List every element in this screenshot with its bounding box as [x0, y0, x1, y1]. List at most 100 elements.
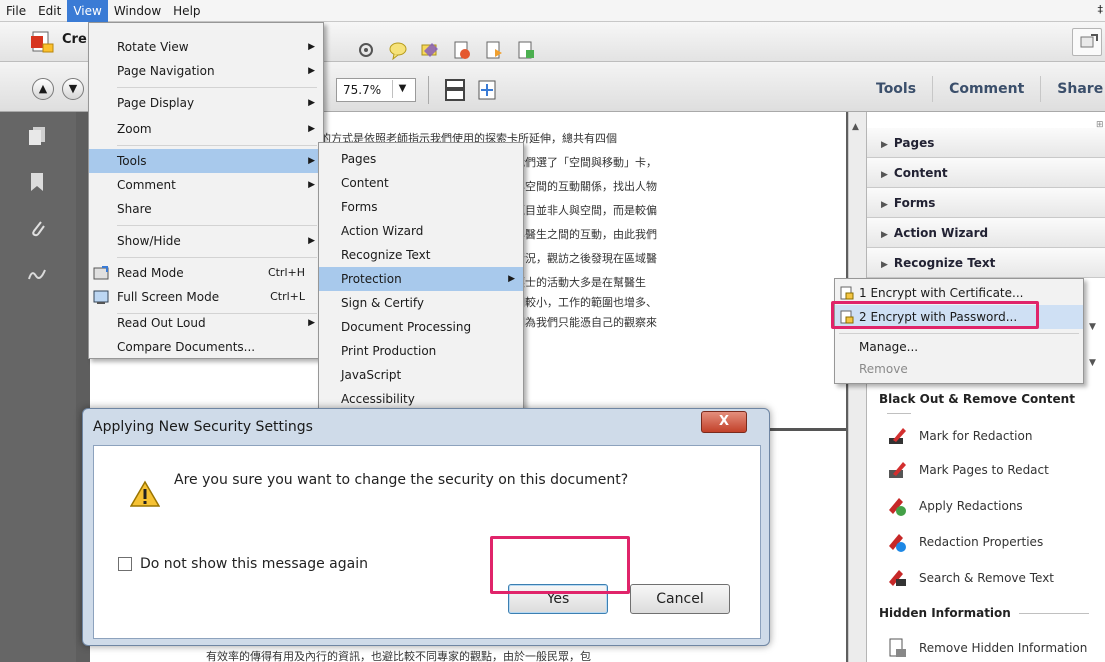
remove-hidden-info-tool[interactable]: Remove Hidden Information [887, 636, 1087, 660]
create-pdf-from-file-icon[interactable] [484, 40, 504, 60]
menu-item-label: 1 Encrypt with Certificate... [859, 286, 1024, 300]
expand-tool-button[interactable] [1072, 28, 1102, 56]
menu-separator [117, 257, 317, 258]
document-text-line: 因為我們只能憑自己的觀察來 [514, 316, 657, 329]
panel-tabs: Tools Comment Share [860, 72, 1105, 106]
menu-item-tools[interactable]: Tools ▶ [89, 149, 323, 173]
tools-group-action-wizard[interactable]: ▶ Action Wizard [867, 218, 1105, 248]
menu-bar: File Edit View Window Help ‡ [0, 0, 1105, 22]
tools-item-document-processing[interactable]: Document Processing [319, 315, 523, 339]
fit-page-icon[interactable] [444, 78, 466, 102]
menu-item-full-screen[interactable]: Full Screen Mode Ctrl+L [89, 285, 323, 309]
scroll-up-arrow[interactable]: ▲ [852, 122, 859, 132]
view-menu-dropdown: Rotate View ▶ Page Navigation ▶ Page Displ… [88, 22, 324, 359]
checkbox-label: Do not show this message again [140, 556, 368, 572]
tab-share[interactable]: Share [1041, 76, 1105, 102]
menu-item-rotate-view[interactable]: Rotate View ▶ [89, 35, 323, 59]
tools-group-label: Forms [893, 196, 936, 210]
document-text-line: 我們選了「空間與移動」卡， [514, 156, 657, 169]
next-page-button[interactable]: ▼ [62, 78, 84, 100]
menu-separator [117, 145, 317, 146]
section-hidden-information: Hidden Information [879, 606, 1089, 620]
bookmarks-icon[interactable] [28, 172, 46, 192]
tools-item-recognize-text[interactable]: Recognize Text [319, 243, 523, 267]
submenu-arrow-icon: ▶ [308, 98, 315, 108]
search-remove-text-tool[interactable]: Search & Remove Text [887, 566, 1054, 590]
menu-item-comment[interactable]: Comment ▶ [89, 173, 323, 197]
dialog-close-button[interactable]: X [701, 411, 747, 433]
submenu-arrow-icon: ▶ [308, 318, 315, 328]
menu-view[interactable]: View [67, 0, 108, 22]
menu-item-page-display[interactable]: Page Display ▶ [89, 91, 323, 115]
menu-item-label: Read Out Loud [117, 316, 206, 330]
menu-item-label: Remove [859, 362, 908, 376]
menu-help[interactable]: Help [167, 0, 206, 22]
remove-hidden-icon [889, 638, 906, 657]
tools-item-pages[interactable]: Pages [319, 147, 523, 171]
redaction-properties-tool[interactable]: Redaction Properties [887, 530, 1043, 554]
tools-item-protection[interactable]: Protection ▶ [319, 267, 523, 291]
tools-item-content[interactable]: Content [319, 171, 523, 195]
create-button-label[interactable]: Cre [62, 32, 87, 47]
mark-pages-to-redact-tool[interactable]: Mark Pages to Redact [887, 458, 1049, 482]
tools-item-javascript[interactable]: JavaScript [319, 363, 523, 387]
menu-item-show-hide[interactable]: Show/Hide ▶ [89, 229, 323, 253]
certificate-lock-icon [840, 286, 854, 300]
tools-group-recognize-text[interactable]: ▶ Recognize Text [867, 248, 1105, 278]
attachments-icon[interactable] [28, 218, 46, 238]
document-scrollbar[interactable]: ▲ [848, 112, 866, 662]
collapse-arrow-icon[interactable]: ▼ [1089, 322, 1096, 332]
tools-item-sign-certify[interactable]: Sign & Certify [319, 291, 523, 315]
submenu-arrow-icon: ▶ [508, 274, 515, 284]
apply-redactions-tool[interactable]: Apply Redactions [887, 494, 1023, 518]
checkbox-box[interactable] [118, 557, 132, 571]
tools-item-action-wizard[interactable]: Action Wizard [319, 219, 523, 243]
signatures-icon[interactable] [28, 264, 46, 284]
tab-comment[interactable]: Comment [933, 76, 1042, 102]
full-screen-icon[interactable] [476, 78, 498, 102]
collapse-arrow-icon[interactable]: ▼ [1089, 358, 1096, 368]
tools-group-label: Content [893, 166, 948, 180]
menu-item-page-navigation[interactable]: Page Navigation ▶ [89, 59, 323, 83]
menu-window[interactable]: Window [108, 0, 167, 22]
tools-group-forms[interactable]: ▶ Forms [867, 188, 1105, 218]
menu-item-read-mode[interactable]: Read Mode Ctrl+H [89, 261, 323, 285]
menu-item-label: Full Screen Mode [117, 290, 220, 304]
menu-edit[interactable]: Edit [32, 0, 67, 22]
do-not-show-checkbox[interactable]: Do not show this message again [118, 556, 368, 572]
comment-bubble-icon[interactable] [388, 40, 408, 60]
settings-icon[interactable] [356, 40, 376, 60]
tools-group-content[interactable]: ▶ Content [867, 158, 1105, 188]
tab-tools[interactable]: Tools [860, 76, 934, 102]
menu-item-zoom[interactable]: Zoom ▶ [89, 117, 323, 141]
read-mode-icon [93, 266, 109, 280]
zoom-dropdown-arrow[interactable]: ▼ [392, 80, 412, 98]
highlight-pen-icon[interactable] [420, 40, 440, 60]
menu-item-label: Comment [117, 178, 176, 192]
manage-security-item[interactable]: Manage... [835, 335, 1083, 359]
search-remove-icon [889, 570, 906, 586]
section-title: Black Out & Remove Content [879, 392, 1075, 406]
panel-options-icon[interactable]: ⊞ [1096, 120, 1104, 130]
menu-separator [117, 225, 317, 226]
create-pdf-icon[interactable] [30, 30, 54, 54]
tools-item-forms[interactable]: Forms [319, 195, 523, 219]
warning-icon [130, 480, 160, 507]
combine-files-icon[interactable] [516, 40, 536, 60]
cancel-button[interactable]: Cancel [630, 584, 730, 614]
menu-file[interactable]: File [0, 0, 32, 22]
export-pdf-icon[interactable] [452, 40, 472, 60]
submenu-arrow-icon: ▶ [308, 236, 315, 246]
tools-group-pages[interactable]: ▶ Pages [867, 128, 1105, 158]
document-text-line: 護士的活動大多是在幫醫生 [514, 276, 646, 289]
menu-item-share[interactable]: Share [89, 197, 323, 221]
menu-separator [839, 333, 1079, 334]
previous-page-button[interactable]: ▲ [32, 78, 54, 100]
mark-for-redaction-tool[interactable]: Mark for Redaction [887, 424, 1032, 448]
tools-item-print-production[interactable]: Print Production [319, 339, 523, 363]
menu-item-compare-documents[interactable]: Compare Documents... [89, 335, 323, 359]
toolbar-divider [428, 76, 429, 104]
menu-item-read-out-loud[interactable]: Read Out Loud ▶ [89, 311, 323, 335]
tools-group-label: Recognize Text [893, 256, 996, 270]
page-thumbnails-icon[interactable] [28, 126, 46, 146]
